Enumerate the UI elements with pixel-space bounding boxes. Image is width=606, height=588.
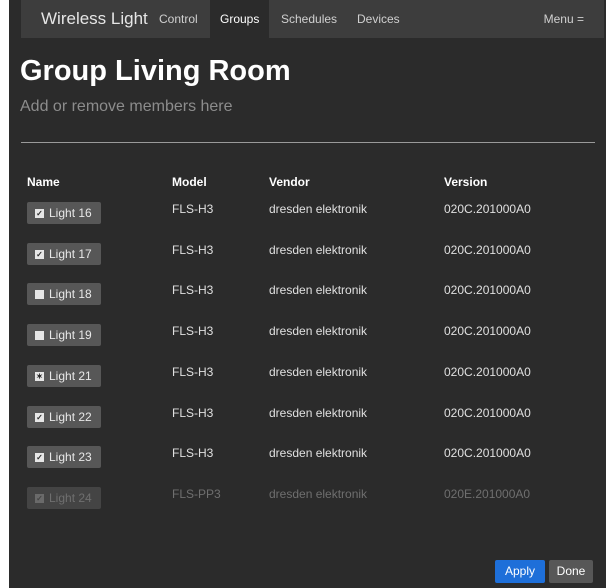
checkbox-icon — [35, 330, 44, 340]
member-toggle-button: ✓ Light 24 — [27, 487, 101, 509]
tab-devices[interactable]: Devices — [347, 0, 410, 38]
cell-version: 020C.201000A0 — [444, 202, 531, 216]
member-toggle-button[interactable]: Light 18 — [27, 283, 101, 305]
cell-model: FLS-H3 — [172, 243, 214, 257]
column-header-model: Model — [172, 175, 207, 189]
member-toggle-button[interactable]: ✓ Light 17 — [27, 243, 101, 265]
member-name: Light 21 — [49, 369, 92, 383]
cell-vendor: dresden elektronik — [269, 365, 368, 379]
page-title: Group Living Room — [20, 55, 291, 87]
navbar: Wireless Light Control Groups Schedules … — [21, 0, 604, 38]
cell-model: FLS-H3 — [172, 446, 214, 460]
member-name: Light 19 — [49, 328, 92, 342]
table-row: ✓ Light 16 FLS-H3 dresden elektronik 020C.20… — [9, 202, 606, 232]
checkbox-icon: ✓ — [35, 452, 44, 462]
checkbox-icon: ✓ — [35, 412, 44, 422]
member-toggle-button[interactable]: ✓ Light 22 — [27, 406, 101, 428]
menu-button[interactable]: Menu = — [544, 0, 584, 38]
cell-model: FLS-H3 — [172, 202, 214, 216]
member-name: Light 17 — [49, 247, 92, 261]
checkbox-icon: ✓ — [35, 249, 44, 259]
app-frame: Wireless Light Control Groups Schedules … — [9, 0, 606, 588]
table-row: ✓ Light 23 FLS-H3 dresden elektronik 020C.20… — [9, 446, 606, 476]
column-header-version: Version — [444, 175, 488, 189]
cell-vendor: dresden elektronik — [269, 324, 368, 338]
cell-model: FLS-H3 — [172, 283, 214, 297]
member-name: Light 24 — [49, 491, 92, 505]
table-row: ✓ Light 24 FLS-PP3 dresden elektronik 020E.2… — [9, 487, 606, 517]
cell-model: FLS-H3 — [172, 406, 214, 420]
checkbox-icon: ✓ — [35, 493, 44, 503]
column-header-name: Name — [27, 175, 60, 189]
cell-version: 020C.201000A0 — [444, 243, 531, 257]
cell-vendor: dresden elektronik — [269, 243, 368, 257]
cell-version: 020C.201000A0 — [444, 365, 531, 379]
cell-version: 020C.201000A0 — [444, 406, 531, 420]
member-name: Light 16 — [49, 206, 92, 220]
checkbox-icon: ✶ — [35, 371, 44, 381]
member-name: Light 23 — [49, 450, 92, 464]
page-subtitle: Add or remove members here — [20, 98, 233, 115]
cell-vendor: dresden elektronik — [269, 406, 368, 420]
cell-vendor: dresden elektronik — [269, 202, 368, 216]
apply-button[interactable]: Apply — [495, 560, 545, 583]
tab-groups[interactable]: Groups — [210, 0, 270, 38]
cell-vendor: dresden elektronik — [269, 446, 368, 460]
cell-version: 020C.201000A0 — [444, 283, 531, 297]
member-toggle-button[interactable]: Light 19 — [27, 324, 101, 346]
member-name: Light 22 — [49, 410, 92, 424]
table-row: ✓ Light 22 FLS-H3 dresden elektronik 020C.20… — [9, 406, 606, 436]
checkbox-icon — [35, 289, 44, 299]
member-name: Light 18 — [49, 287, 92, 301]
cell-model: FLS-H3 — [172, 365, 214, 379]
member-toggle-button[interactable]: ✓ Light 23 — [27, 446, 101, 468]
cell-version: 020E.201000A0 — [444, 487, 531, 501]
cell-version: 020C.201000A0 — [444, 446, 531, 460]
table-row: ✶ Light 21 FLS-H3 dresden elektronik 020C.20… — [9, 365, 606, 395]
cell-model: FLS-PP3 — [172, 487, 221, 501]
cell-vendor: dresden elektronik — [269, 487, 368, 501]
table-row: Light 18 FLS-H3 dresden elektronik 020C.201… — [9, 283, 606, 313]
cell-version: 020C.201000A0 — [444, 324, 531, 338]
tab-schedules[interactable]: Schedules — [271, 0, 347, 38]
cell-vendor: dresden elektronik — [269, 283, 368, 297]
checkbox-icon: ✓ — [35, 208, 44, 218]
member-toggle-button[interactable]: ✓ Light 16 — [27, 202, 101, 224]
table-row: ✓ Light 17 FLS-H3 dresden elektronik 020C.20… — [9, 243, 606, 273]
member-toggle-button[interactable]: ✶ Light 21 — [27, 365, 101, 387]
divider — [21, 142, 595, 143]
done-button[interactable]: Done — [549, 560, 593, 583]
table-row: Light 19 FLS-H3 dresden elektronik 020C.201… — [9, 324, 606, 354]
cell-model: FLS-H3 — [172, 324, 214, 338]
column-header-vendor: Vendor — [269, 175, 310, 189]
tab-control[interactable]: Control — [149, 0, 208, 38]
brand-title[interactable]: Wireless Light — [41, 9, 148, 29]
